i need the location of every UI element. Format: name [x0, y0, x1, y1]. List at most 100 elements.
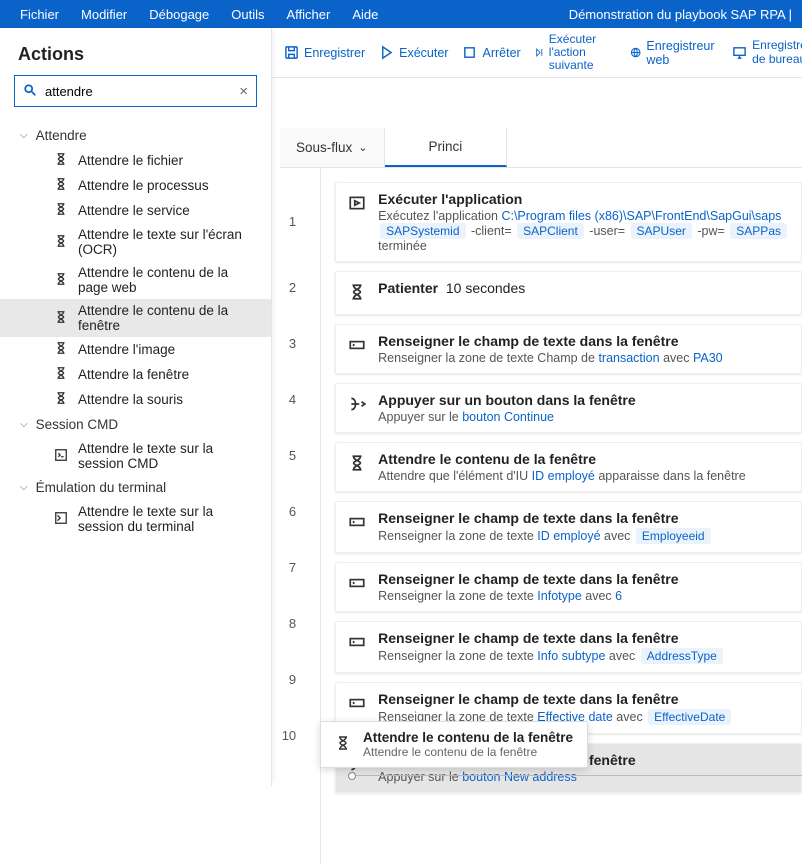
tree-item-label: Attendre le contenu de la fenêtre: [78, 303, 261, 333]
tree-item[interactable]: Attendre la fenêtre: [0, 362, 271, 387]
step-description: SAPSystemid -client= SAPClient -user= SA…: [378, 223, 789, 239]
save-button[interactable]: Enregistrer: [284, 45, 365, 60]
search-input[interactable]: [45, 84, 231, 99]
tree-item[interactable]: Attendre l'image: [0, 337, 271, 362]
chevron-down-icon: ⌵: [20, 130, 28, 141]
search-box[interactable]: ×: [14, 75, 257, 107]
subflows-dropdown[interactable]: Sous-flux ⌄: [280, 128, 385, 167]
tree-item[interactable]: Attendre le service: [0, 198, 271, 223]
tree-item-label: Attendre le contenu de la page web: [78, 265, 261, 295]
textbox-icon: [348, 694, 366, 712]
menu-item[interactable]: Aide: [342, 4, 388, 25]
hourglass-icon: [335, 735, 351, 754]
textbox-icon: [348, 633, 366, 651]
step-title: Renseigner le champ de texte dans la fen…: [378, 691, 789, 707]
drag-hint-tooltip: Attendre le contenu de la fenêtre Attend…: [320, 721, 588, 768]
tree-group[interactable]: ⌵Session CMD: [0, 412, 271, 437]
actions-header: Actions: [0, 28, 271, 75]
tree-group[interactable]: ⌵Attendre: [0, 123, 271, 148]
line-number: 6: [272, 483, 320, 539]
hourglass-icon: [54, 310, 68, 327]
hourglass-icon: [54, 202, 68, 219]
menu-item[interactable]: Fichier: [10, 4, 69, 25]
tree-item[interactable]: Attendre la souris: [0, 387, 271, 412]
chevron-down-icon: ⌵: [20, 419, 28, 430]
menu-item[interactable]: Outils: [221, 4, 274, 25]
chevron-down-icon: ⌵: [20, 482, 28, 493]
tree-item-label: Attendre le processus: [78, 178, 209, 193]
tree-item[interactable]: Attendre le texte sur la session CMD: [0, 437, 271, 475]
hourglass-icon: [54, 177, 68, 194]
hourglass-icon: [54, 234, 68, 251]
tree-group[interactable]: ⌵Émulation du terminal: [0, 475, 271, 500]
step-card[interactable]: Patienter 10 secondes: [335, 271, 802, 315]
run-next-action-button[interactable]: Exécuter l'actionsuivante: [535, 33, 602, 73]
step-card[interactable]: Attendre le contenu de la fenêtreAttendr…: [335, 442, 802, 492]
stop-button[interactable]: Arrêter: [462, 45, 520, 60]
menu-left: FichierModifierDébogageOutilsAfficherAid…: [10, 4, 388, 25]
hourglass-icon: [348, 454, 366, 472]
drop-indicator: [352, 775, 802, 776]
textbox-icon: [348, 513, 366, 531]
menu-item[interactable]: Modifier: [71, 4, 137, 25]
step-title: Exécuter l'application: [378, 191, 789, 207]
line-number: 7: [272, 539, 320, 595]
web-recorder-button[interactable]: Enregistreur web: [630, 39, 718, 67]
tree-item-label: Attendre le texte sur la session du term…: [78, 504, 261, 534]
actions-sidebar: Actions × ⌵Attendre Attendre le fichier At…: [0, 28, 272, 786]
step-card[interactable]: Renseigner le champ de texte dans la fen…: [335, 621, 802, 673]
hint-subtitle: Attendre le contenu de la fenêtre: [363, 745, 573, 759]
step-title: Renseigner le champ de texte dans la fen…: [378, 571, 789, 587]
terminal-icon: [54, 511, 68, 528]
step-card[interactable]: Renseigner le champ de texte dans la fen…: [335, 324, 802, 374]
hourglass-icon: [54, 152, 68, 169]
line-number: 9: [272, 651, 320, 707]
step-description: Renseigner la zone de texte Champ de tra…: [378, 351, 789, 365]
tree-item-label: Attendre le texte sur l'écran (OCR): [78, 227, 261, 257]
hourglass-icon: [348, 283, 366, 301]
tree-item[interactable]: Attendre le fichier: [0, 148, 271, 173]
line-number: 4: [272, 371, 320, 427]
chevron-down-icon: ⌄: [358, 141, 367, 154]
menu-item[interactable]: Débogage: [139, 4, 219, 25]
search-icon: [23, 83, 37, 100]
hint-title: Attendre le contenu de la fenêtre: [363, 730, 573, 745]
tree-item-label: Attendre le fichier: [78, 153, 183, 168]
actions-tree: ⌵Attendre Attendre le fichier Attendre le …: [0, 117, 271, 538]
menu-bar: FichierModifierDébogageOutilsAfficherAid…: [0, 0, 802, 28]
tree-item[interactable]: Attendre le texte sur la session du term…: [0, 500, 271, 538]
step-description: Renseigner la zone de texte Info subtype…: [378, 648, 789, 664]
step-description: Attendre que l'élément d'IU ID employé a…: [378, 469, 789, 483]
step-title: Renseigner le champ de texte dans la fen…: [378, 630, 789, 646]
desktop-recorder-button[interactable]: Enregistrementde bureau: [732, 39, 802, 65]
line-gutter: 12345678910: [272, 168, 321, 864]
hourglass-icon: [54, 366, 68, 383]
tree-item-label: Attendre la fenêtre: [78, 367, 189, 382]
run-button[interactable]: Exécuter: [379, 45, 448, 60]
line-number: 2: [272, 259, 320, 315]
step-title: Renseigner le champ de texte dans la fen…: [378, 333, 789, 349]
step-title: Renseigner le champ de texte dans la fen…: [378, 510, 789, 526]
line-number: 3: [272, 315, 320, 371]
step-card[interactable]: Renseigner le champ de texte dans la fen…: [335, 562, 802, 612]
step-card[interactable]: Appuyer sur un bouton dans la fenêtre App…: [335, 383, 802, 433]
step-description: Appuyer sur le bouton Continue: [378, 410, 789, 424]
menu-item[interactable]: Afficher: [277, 4, 341, 25]
line-number: 10: [272, 707, 320, 763]
step-card[interactable]: Exécuter l'application Exécutez l'applica…: [335, 182, 802, 262]
tab-main[interactable]: Princi: [385, 128, 508, 167]
tree-item[interactable]: Attendre le texte sur l'écran (OCR): [0, 223, 271, 261]
tree-item[interactable]: Attendre le contenu de la fenêtre: [0, 299, 271, 337]
clear-search-icon[interactable]: ×: [239, 83, 248, 100]
tree-item[interactable]: Attendre le contenu de la page web: [0, 261, 271, 299]
step-description: Renseigner la zone de texte Infotype ave…: [378, 589, 789, 603]
step-description: terminée: [378, 239, 789, 253]
hourglass-icon: [54, 341, 68, 358]
tree-item[interactable]: Attendre le processus: [0, 173, 271, 198]
cursor-icon: [348, 395, 366, 413]
tree-item-label: Attendre le texte sur la session CMD: [78, 441, 261, 471]
play-window-icon: [348, 194, 366, 212]
step-description: Exécutez l'application C:\Program files …: [378, 209, 789, 223]
step-card[interactable]: Renseigner le champ de texte dans la fen…: [335, 501, 802, 553]
step-title: Appuyer sur un bouton dans la fenêtre: [378, 392, 789, 408]
